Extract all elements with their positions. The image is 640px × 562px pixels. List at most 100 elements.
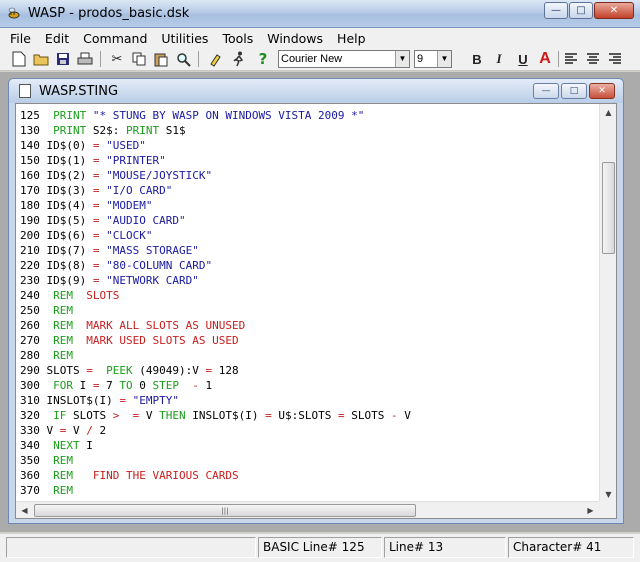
code-line[interactable]: 340 NEXT I bbox=[20, 438, 600, 453]
code-line[interactable]: 130 PRINT S2$: PRINT S1$ bbox=[20, 123, 600, 138]
menu-help[interactable]: Help bbox=[337, 31, 366, 46]
code-line[interactable]: 125 PRINT "* STUNG BY WASP ON WINDOWS VI… bbox=[20, 108, 600, 123]
horizontal-scroll-thumb[interactable]: ||| bbox=[34, 504, 416, 517]
close-button[interactable]: ✕ bbox=[594, 2, 634, 19]
toolbar-separator bbox=[198, 51, 199, 67]
status-panel-empty bbox=[6, 537, 256, 558]
app-titlebar[interactable]: WASP - prodos_basic.dsk — □ ✕ bbox=[0, 0, 640, 28]
status-line: Line# 13 bbox=[384, 537, 506, 558]
cut-icon[interactable]: ✂ bbox=[108, 50, 126, 68]
open-folder-icon[interactable] bbox=[32, 50, 50, 68]
app-title: WASP - prodos_basic.dsk bbox=[28, 6, 190, 21]
document-minimize-button[interactable]: — bbox=[533, 83, 559, 99]
menu-file[interactable]: File bbox=[10, 31, 31, 46]
print-icon[interactable] bbox=[76, 50, 94, 68]
document-close-button[interactable]: ✕ bbox=[589, 83, 615, 99]
code-token: 170 bbox=[20, 184, 47, 197]
code-line[interactable]: 300 FOR I = 7 TO 0 STEP - 1 bbox=[20, 378, 600, 393]
code-token: REM bbox=[53, 304, 73, 317]
code-line[interactable]: 310 INSLOT$(I) = "EMPTY" bbox=[20, 393, 600, 408]
paste-icon[interactable] bbox=[152, 50, 170, 68]
horizontal-scrollbar[interactable]: ◀ ||| ▶ bbox=[16, 501, 599, 518]
save-icon[interactable] bbox=[54, 50, 72, 68]
code-token: "PRINTER" bbox=[99, 154, 166, 167]
code-line[interactable]: 140 ID$(0) = "USED" bbox=[20, 138, 600, 153]
copy-icon[interactable] bbox=[130, 50, 148, 68]
code-editor[interactable]: 125 PRINT "* STUNG BY WASP ON WINDOWS VI… bbox=[15, 103, 617, 519]
menu-utilities[interactable]: Utilities bbox=[161, 31, 208, 46]
italic-button[interactable]: I bbox=[490, 50, 508, 68]
document-titlebar[interactable]: WASP.STING — □ ✕ bbox=[9, 79, 623, 103]
code-token: "MASS STORAGE" bbox=[99, 244, 199, 257]
menu-edit[interactable]: Edit bbox=[45, 31, 69, 46]
font-name-select[interactable]: Courier New ▼ bbox=[278, 50, 410, 68]
underline-button[interactable]: U bbox=[514, 50, 532, 68]
code-line[interactable]: 200 ID$(6) = "CLOCK" bbox=[20, 228, 600, 243]
mdi-client-area: WASP.STING — □ ✕ 125 PRINT "* STUNG BY W… bbox=[0, 72, 640, 532]
bold-button[interactable]: B bbox=[468, 50, 486, 68]
code-token: 350 bbox=[20, 454, 54, 467]
document-restore-button[interactable]: □ bbox=[561, 83, 587, 99]
code-token: 200 bbox=[20, 229, 47, 242]
minimize-button[interactable]: — bbox=[544, 2, 568, 19]
align-left-icon[interactable] bbox=[562, 50, 580, 68]
menu-windows[interactable]: Windows bbox=[267, 31, 323, 46]
code-line[interactable]: 190 ID$(5) = "AUDIO CARD" bbox=[20, 213, 600, 228]
code-token: 180 bbox=[20, 199, 47, 212]
code-line[interactable]: 240 REM SLOTS bbox=[20, 288, 600, 303]
code-line[interactable]: 350 REM bbox=[20, 453, 600, 468]
menu-command[interactable]: Command bbox=[83, 31, 147, 46]
run-icon[interactable] bbox=[230, 50, 248, 68]
code-line[interactable]: 160 ID$(2) = "MOUSE/JOYSTICK" bbox=[20, 168, 600, 183]
scroll-up-icon[interactable]: ▲ bbox=[600, 104, 616, 121]
code-line[interactable]: 170 ID$(3) = "I/O CARD" bbox=[20, 183, 600, 198]
code-line[interactable]: 360 REM FIND THE VARIOUS CARDS bbox=[20, 468, 600, 483]
code-line[interactable]: 250 REM bbox=[20, 303, 600, 318]
code-token: PRINT bbox=[126, 124, 166, 137]
code-line[interactable]: 260 REM MARK ALL SLOTS AS UNUSED bbox=[20, 318, 600, 333]
code-token: INSLOT$(I) bbox=[46, 394, 120, 407]
highlight-icon[interactable] bbox=[206, 50, 224, 68]
code-token: 290 bbox=[20, 364, 47, 377]
scroll-left-icon[interactable]: ◀ bbox=[16, 502, 33, 518]
code-token: 0 bbox=[139, 379, 153, 392]
code-token: 370 bbox=[20, 484, 54, 497]
vertical-scroll-thumb[interactable] bbox=[602, 162, 615, 254]
code-line[interactable]: 330 V = V / 2 bbox=[20, 423, 600, 438]
code-line[interactable]: 230 ID$(9) = "NETWORK CARD" bbox=[20, 273, 600, 288]
code-line[interactable]: 180 ID$(4) = "MODEM" bbox=[20, 198, 600, 213]
align-right-icon[interactable] bbox=[606, 50, 624, 68]
toolbar: ✂ ? Courier New ▼ 9 ▼ B I U A bbox=[0, 48, 640, 71]
code-token: 7 bbox=[99, 379, 120, 392]
code-line[interactable]: 280 REM bbox=[20, 348, 600, 363]
code-line[interactable]: 220 ID$(8) = "80-COLUMN CARD" bbox=[20, 258, 600, 273]
code-line[interactable]: 270 REM MARK USED SLOTS AS USED bbox=[20, 333, 600, 348]
menu-tools[interactable]: Tools bbox=[222, 31, 253, 46]
code-line[interactable]: 370 REM bbox=[20, 483, 600, 498]
code-token: "MOUSE/JOYSTICK" bbox=[99, 169, 213, 182]
code-line[interactable]: 290 SLOTS = PEEK (49049):V = 128 bbox=[20, 363, 600, 378]
code-token: 125 bbox=[20, 109, 54, 122]
code-token: 150 bbox=[20, 154, 47, 167]
find-icon[interactable] bbox=[174, 50, 192, 68]
code-line[interactable]: 210 ID$(7) = "MASS STORAGE" bbox=[20, 243, 600, 258]
code-token: 340 bbox=[20, 439, 54, 452]
font-color-button[interactable]: A bbox=[536, 50, 554, 68]
status-character: Character# 41 bbox=[508, 537, 634, 558]
code-token: = bbox=[92, 379, 100, 392]
code-token: = bbox=[265, 409, 272, 422]
maximize-button[interactable]: □ bbox=[569, 2, 593, 19]
help-icon[interactable]: ? bbox=[254, 50, 272, 68]
code-token: 300 bbox=[20, 379, 54, 392]
align-center-icon[interactable] bbox=[584, 50, 602, 68]
code-token: 128 bbox=[212, 364, 239, 377]
code-token: REM bbox=[53, 454, 73, 467]
vertical-scrollbar[interactable]: ▲ ▼ bbox=[599, 104, 616, 503]
font-size-select[interactable]: 9 ▼ bbox=[414, 50, 452, 68]
code-text-area[interactable]: 125 PRINT "* STUNG BY WASP ON WINDOWS VI… bbox=[20, 108, 600, 502]
new-file-icon[interactable] bbox=[10, 50, 28, 68]
scroll-right-icon[interactable]: ▶ bbox=[582, 502, 599, 518]
code-line[interactable]: 150 ID$(1) = "PRINTER" bbox=[20, 153, 600, 168]
code-line[interactable]: 320 IF SLOTS > = V THEN INSLOT$(I) = U$:… bbox=[20, 408, 600, 423]
menu-bar: File Edit Command Utilities Tools Window… bbox=[0, 28, 640, 48]
